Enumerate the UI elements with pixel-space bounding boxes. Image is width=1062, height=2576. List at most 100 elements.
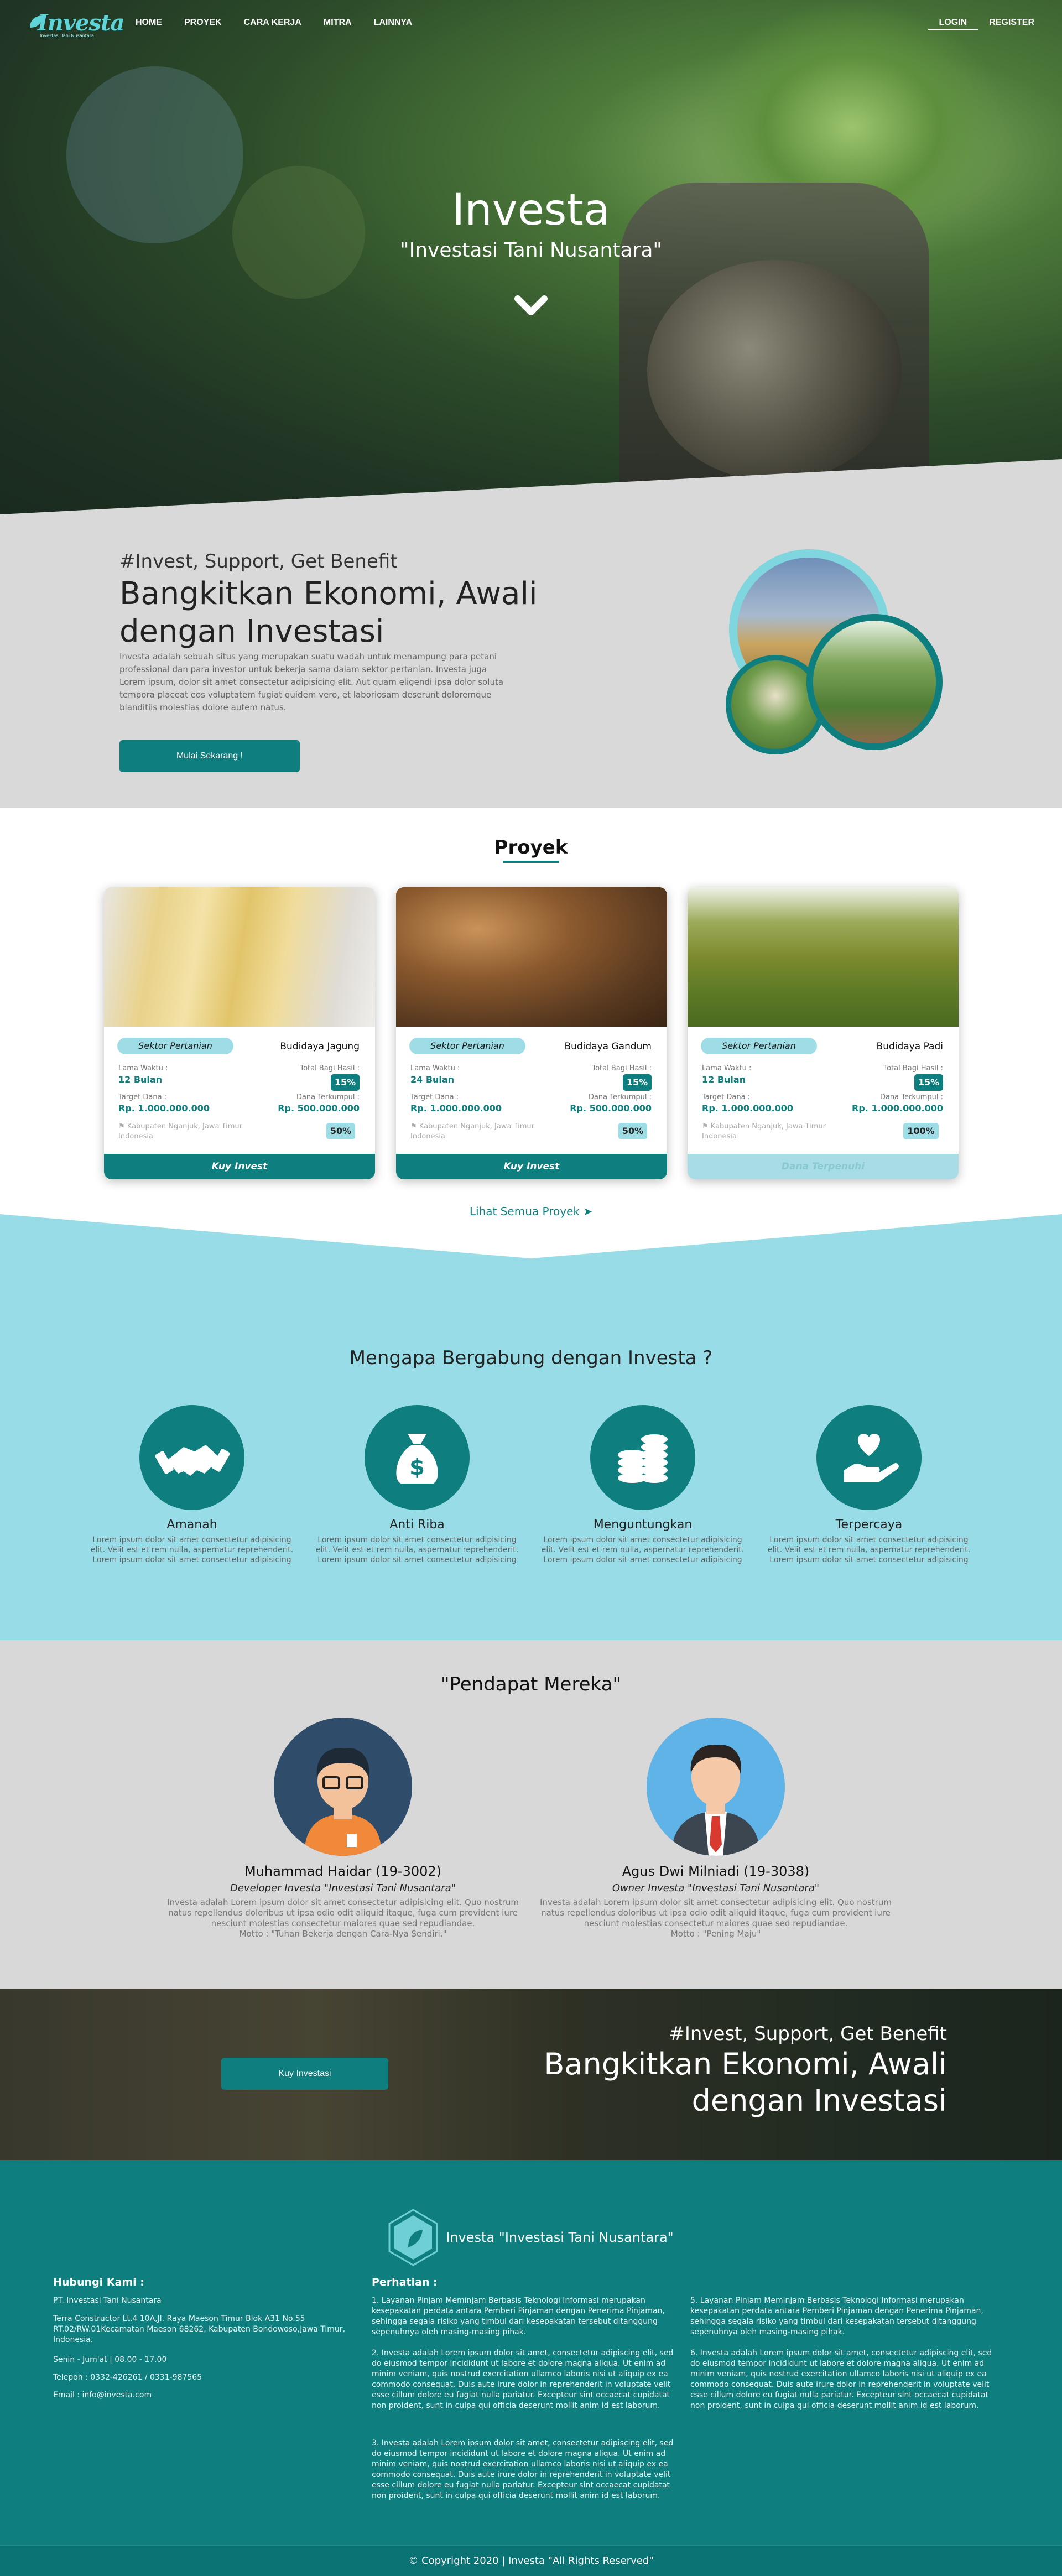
avatar — [274, 1718, 412, 1856]
wheat-bread-image — [396, 887, 667, 1027]
notice-item: 3. Investa adalah Lorem ipsum dolor sit … — [372, 2439, 674, 2500]
footer-brand: Investa "Investasi Tani Nusantara" — [0, 2209, 1062, 2266]
testimonial-item: Agus Dwi Milniadi (19-3038) Owner Invest… — [528, 1718, 904, 1939]
project-card: Sektor Pertanian Budidaya Gandum Lama Wa… — [396, 887, 667, 1179]
invest-now-button[interactable]: Kuy Investasi — [221, 2058, 388, 2090]
nav-links: HOME PROYEK CARA KERJA MITRA LAINNYA — [124, 18, 423, 30]
target-label: Target Dana : — [410, 1093, 459, 1101]
sector-badge: Sektor Pertanian — [701, 1038, 817, 1054]
all-projects-link[interactable]: Lihat Semua Proyek ➤ — [0, 1205, 1062, 1218]
progress-badge: 100% — [903, 1123, 939, 1139]
logo[interactable]: Investa Investasi Tani Nusantara — [28, 10, 124, 39]
profit-share-label: Total Bagi Hasil : — [300, 1064, 360, 1073]
rice-field-image — [813, 621, 936, 743]
title-underline — [503, 861, 559, 863]
location-text: Kabupaten Nganjuk, Jawa Timur Indonesia — [410, 1122, 534, 1141]
sector-badge: Sektor Pertanian — [409, 1038, 525, 1054]
feature-title: Amanah — [166, 1518, 217, 1532]
testimonial-item: Muhammad Haidar (19-3002) Developer Inve… — [155, 1718, 531, 1939]
location: ⚑ Kabupaten Nganjuk, Jawa Timur Indonesi… — [410, 1122, 538, 1142]
location-text: Kabupaten Nganjuk, Jawa Timur Indonesia — [702, 1122, 826, 1141]
projects-title: Proyek — [494, 836, 568, 858]
feature-item: $ Anti Riba Lorem ipsum dolor sit amet c… — [312, 1405, 522, 1565]
start-now-button[interactable]: Mulai Sekarang ! — [119, 740, 300, 772]
person-role: Developer Investa "Investasi Tani Nusant… — [230, 1882, 456, 1894]
why-title: Mengapa Bergabung dengan Investa ? — [349, 1347, 713, 1369]
collected-value: Rp. 1.000.000.000 — [852, 1103, 943, 1113]
about-heading: Bangkitkan Ekonomi, Awali dengan Investa… — [119, 576, 538, 649]
feature-desc: Lorem ipsum dolor sit amet consectetur a… — [541, 1536, 745, 1564]
sector-badge: Sektor Pertanian — [117, 1038, 233, 1054]
feature-item: Amanah Lorem ipsum dolor sit amet consec… — [87, 1405, 297, 1565]
heart-hand-icon — [816, 1405, 922, 1510]
location: ⚑ Kabupaten Nganjuk, Jawa Timur Indonesi… — [702, 1122, 829, 1142]
target-value: Rp. 1.000.000.000 — [118, 1103, 210, 1113]
phone: Telepon : 0332-426261 / 0331-987565 — [53, 2373, 202, 2382]
nav-proyek[interactable]: PROYEK — [173, 18, 233, 30]
company-address: Terra Constructor Lt.4 10A,Jl. Raya Maes… — [53, 2314, 346, 2344]
chevron-down-icon[interactable] — [514, 294, 548, 319]
profit-share-label: Total Bagi Hasil : — [883, 1064, 943, 1073]
about-body: Investa adalah sebuah situs yang merupak… — [119, 652, 504, 712]
invest-button[interactable]: Kuy Invest — [104, 1154, 375, 1179]
collected-label: Dana Terkumpul : — [588, 1093, 652, 1101]
profit-share-value: 15% — [331, 1074, 360, 1091]
notice-title: Perhatian : — [372, 2276, 438, 2288]
person-name: Muhammad Haidar (19-3002) — [244, 1864, 442, 1879]
profit-share-label: Total Bagi Hasil : — [592, 1064, 652, 1073]
person-motto: Motto : "Pening Maju" — [670, 1929, 761, 1939]
collected-label: Dana Terkumpul : — [879, 1093, 943, 1101]
top-navbar: Investa Investasi Tani Nusantara HOME PR… — [0, 0, 1062, 48]
contact-title: Hubungi Kami : — [53, 2276, 144, 2288]
project-card: Sektor Pertanian Budidaya Jagung Lama Wa… — [104, 887, 375, 1179]
duration-value: 12 Bulan — [702, 1074, 746, 1085]
nav-home[interactable]: HOME — [124, 18, 173, 30]
copyright: © Copyright 2020 | Investa "All Rights R… — [0, 2545, 1062, 2576]
person-motto: Motto : "Tuhan Bekerja dengan Cara-Nya S… — [239, 1929, 447, 1939]
hero-tagline: "Investasi Tani Nusantara" — [400, 239, 662, 262]
project-name: Budidaya Gandum — [564, 1041, 652, 1052]
notice-item: 6. Investa adalah Lorem ipsum dolor sit … — [690, 2349, 992, 2410]
funded-button: Dana Terpenuhi — [688, 1154, 959, 1179]
cta-banner: Kuy Investasi #Invest, Support, Get Bene… — [0, 1989, 1062, 2160]
logo-text: Investa — [38, 10, 124, 36]
nav-cara-kerja[interactable]: CARA KERJA — [233, 18, 313, 30]
svg-text:$: $ — [409, 1455, 425, 1480]
nav-lainnya[interactable]: LAINNYA — [363, 18, 424, 30]
about-hashtag: #Invest, Support, Get Benefit — [119, 550, 398, 573]
map-icon: ⚑ — [118, 1122, 127, 1131]
target-label: Target Dana : — [702, 1093, 751, 1101]
feature-item: Terpercaya Lorem ipsum dolor sit amet co… — [764, 1405, 974, 1565]
invest-button[interactable]: Kuy Invest — [396, 1154, 667, 1179]
register-link[interactable]: REGISTER — [978, 18, 1045, 30]
nav-mitra[interactable]: MITRA — [313, 18, 363, 30]
location: ⚑ Kabupaten Nganjuk, Jawa Timur Indonesi… — [118, 1122, 246, 1142]
why-section: Mengapa Bergabung dengan Investa ? Amana… — [0, 1214, 1062, 1640]
login-link[interactable]: LOGIN — [928, 18, 978, 30]
notice-item: 2. Investa adalah Lorem ipsum dolor sit … — [372, 2349, 674, 2410]
duration-label: Lama Waktu : — [410, 1064, 460, 1073]
collected-label: Dana Terkumpul : — [296, 1093, 360, 1101]
feature-desc: Lorem ipsum dolor sit amet consectetur a… — [315, 1536, 519, 1564]
company-name: PT. Investasi Tani Nusantara — [53, 2296, 162, 2305]
duration-label: Lama Waktu : — [702, 1064, 752, 1073]
rice-plant-image — [688, 887, 959, 1027]
person-name: Agus Dwi Milniadi (19-3038) — [622, 1864, 810, 1879]
hero-coins-image — [647, 260, 902, 481]
logo-subtitle: Investasi Tani Nusantara — [40, 33, 94, 38]
testimonials-title: "Pendapat Mereka" — [440, 1673, 622, 1695]
hero-title: Investa — [452, 185, 610, 235]
nav-auth: LOGIN REGISTER — [928, 18, 1045, 30]
location-text: Kabupaten Nganjuk, Jawa Timur Indonesia — [118, 1122, 242, 1141]
collected-value: Rp. 500.000.000 — [278, 1103, 360, 1113]
hero-section: Investa "Investasi Tani Nusantara" — [0, 0, 1062, 514]
feature-title: Terpercaya — [835, 1518, 903, 1532]
corn-image — [104, 887, 375, 1027]
email-link[interactable]: Email : info@investa.com — [53, 2390, 363, 2401]
footer-brand-text: Investa "Investasi Tani Nusantara" — [446, 2230, 674, 2245]
footer: Investa "Investasi Tani Nusantara" Hubun… — [0, 2160, 1062, 2576]
feature-title: Menguntungkan — [593, 1518, 693, 1532]
hexagon-logo-icon — [388, 2209, 438, 2266]
duration-value: 24 Bulan — [410, 1074, 455, 1085]
about-section: #Invest, Support, Get Benefit Bangkitkan… — [0, 459, 1062, 808]
